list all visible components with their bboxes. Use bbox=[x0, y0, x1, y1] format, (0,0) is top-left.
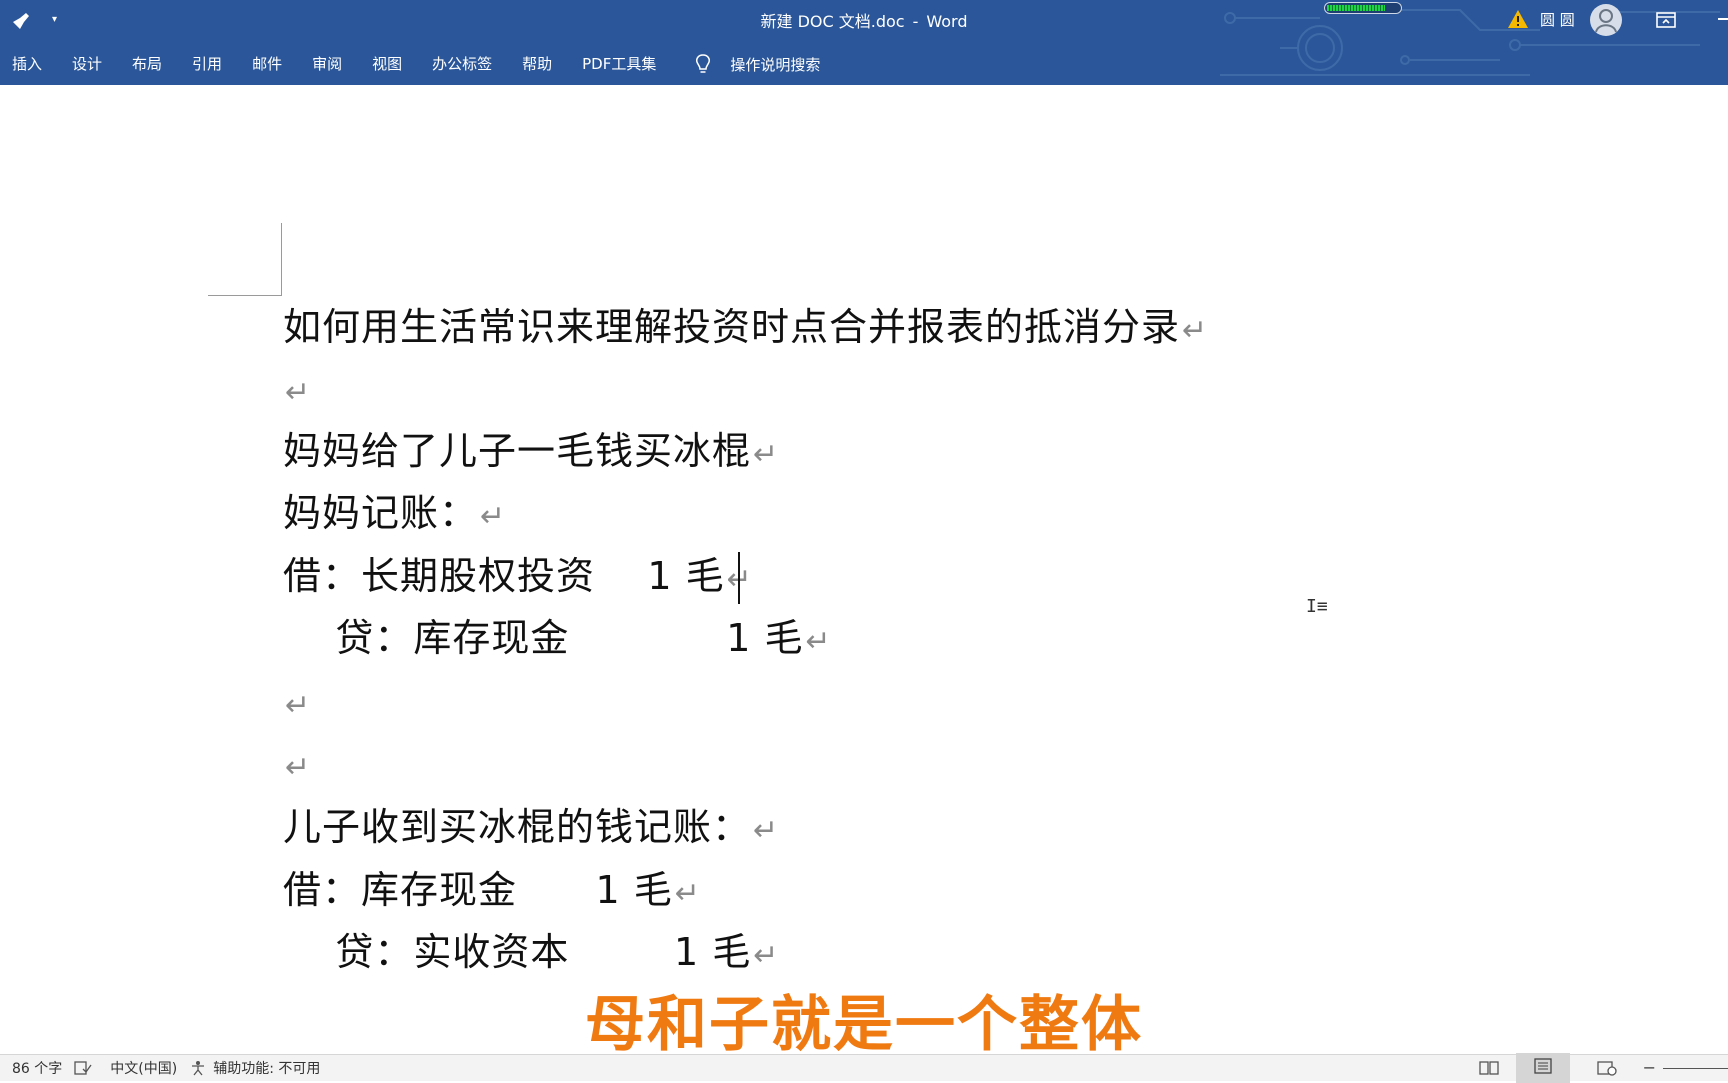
tell-me-search[interactable]: 操作说明搜索 bbox=[694, 53, 820, 75]
mouse-ibeam-cursor: I≡ bbox=[1306, 596, 1328, 617]
tab-mailings[interactable]: 邮件 bbox=[252, 44, 297, 84]
status-bar: 86 个字 中文(中国) 辅助功能: 不可用 − bbox=[0, 1053, 1728, 1083]
paragraph-line[interactable]: 贷：实收资本 1 毛↵ bbox=[283, 930, 779, 978]
language-indicator[interactable]: 中文(中国) bbox=[110, 1058, 177, 1078]
accessibility-icon bbox=[192, 1061, 205, 1076]
ribbon-display-icon[interactable] bbox=[1655, 10, 1677, 30]
paragraph-line[interactable]: 妈妈给了儿子一毛钱买冰棍↵ bbox=[283, 429, 779, 477]
tell-me-label: 操作说明搜索 bbox=[730, 55, 821, 74]
accessibility-status[interactable]: 辅助功能: 不可用 bbox=[189, 1058, 320, 1078]
proofing-status[interactable] bbox=[74, 1060, 98, 1076]
document-title-line[interactable]: 如何用生活常识来理解投资时点合并报表的抵消分录↵ bbox=[283, 305, 1208, 353]
proofing-icon bbox=[74, 1061, 92, 1075]
margin-corner-mark bbox=[281, 223, 282, 295]
text-cursor bbox=[738, 552, 740, 604]
tab-help[interactable]: 帮助 bbox=[522, 44, 567, 84]
zoom-slider[interactable] bbox=[1663, 1068, 1728, 1069]
video-subtitle: 母和子就是一个整体 bbox=[585, 990, 1143, 1060]
ribbon-tabs: 插入 设计 布局 引用 邮件 审阅 视图 办公标签 帮助 PDF工具集 操作说明… bbox=[0, 44, 820, 84]
paragraph-line[interactable]: 借：长期股权投资 1 毛↵ bbox=[283, 554, 753, 602]
window-title: 新建 DOC 文档.doc - Word bbox=[0, 0, 1728, 44]
margin-corner-mark bbox=[208, 295, 282, 296]
tab-review[interactable]: 审阅 bbox=[312, 44, 357, 84]
progress-fill bbox=[1327, 5, 1385, 11]
paragraph-line[interactable]: 借：库存现金 1 毛↵ bbox=[283, 868, 701, 916]
tab-office-tab[interactable]: 办公标签 bbox=[432, 44, 507, 84]
tab-insert[interactable]: 插入 bbox=[12, 44, 57, 84]
read-mode-icon[interactable] bbox=[1478, 1060, 1500, 1076]
minimize-icon[interactable] bbox=[1718, 18, 1728, 20]
tab-layout[interactable]: 布局 bbox=[132, 44, 177, 84]
warning-icon[interactable] bbox=[1507, 8, 1529, 30]
print-layout-button[interactable] bbox=[1516, 1053, 1570, 1083]
zoom-out-button[interactable]: − bbox=[1643, 1055, 1656, 1081]
document-canvas[interactable] bbox=[0, 85, 1728, 1030]
paragraph-line[interactable]: ↵ bbox=[283, 742, 311, 790]
tab-references[interactable]: 引用 bbox=[192, 44, 237, 84]
user-name[interactable]: 圆 圆 bbox=[1540, 0, 1575, 40]
download-progress-bar bbox=[1324, 2, 1402, 14]
paragraph-line[interactable]: 妈妈记账：↵ bbox=[283, 491, 506, 539]
view-switcher bbox=[1452, 1053, 1618, 1083]
avatar-icon[interactable] bbox=[1590, 4, 1622, 36]
app-name: Word bbox=[926, 12, 968, 31]
tab-pdf-tools[interactable]: PDF工具集 bbox=[582, 44, 671, 84]
paragraph-line[interactable]: 儿子收到买冰棍的钱记账：↵ bbox=[283, 805, 779, 853]
title-separator: - bbox=[912, 12, 919, 31]
web-layout-icon[interactable] bbox=[1596, 1060, 1618, 1076]
paragraph-line[interactable]: ↵ bbox=[283, 367, 311, 415]
paragraph-line[interactable]: 贷：库存现金 1 毛↵ bbox=[283, 616, 832, 664]
accessibility-label: 辅助功能: 不可用 bbox=[213, 1061, 321, 1077]
paragraph-line[interactable]: ↵ bbox=[283, 680, 311, 728]
document-name: 新建 DOC 文档.doc bbox=[760, 12, 905, 31]
print-layout-icon bbox=[1534, 1058, 1552, 1074]
lightbulb-icon bbox=[696, 54, 711, 73]
tab-view[interactable]: 视图 bbox=[372, 44, 417, 84]
word-count[interactable]: 86 个字 bbox=[12, 1058, 62, 1078]
tab-design[interactable]: 设计 bbox=[72, 44, 117, 84]
title-bar: ▾ 新建 DOC 文档.doc - Word 圆 圆 插入 设计 布局 引用 邮件 … bbox=[0, 0, 1728, 85]
